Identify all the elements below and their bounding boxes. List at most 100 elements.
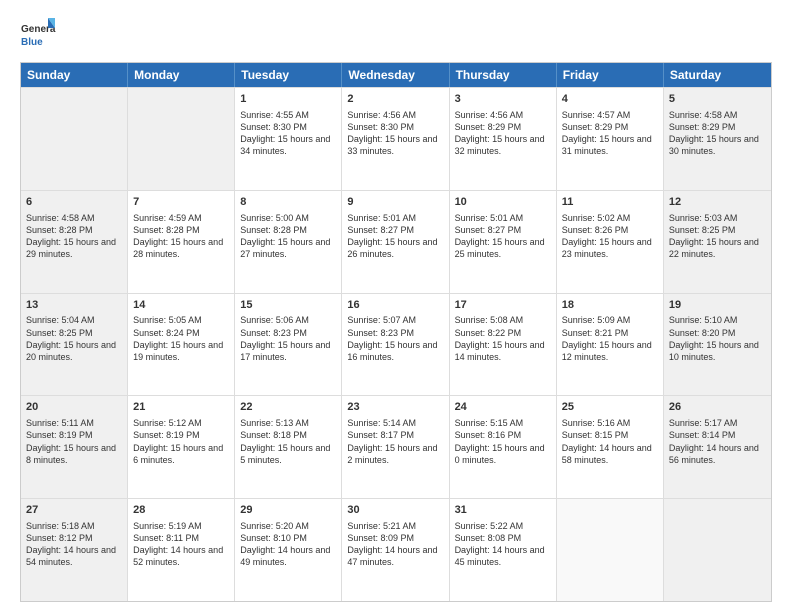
day-number: 6 [26,195,122,210]
cell-info: Daylight: 15 hours and 5 minutes. [240,442,336,466]
day-number: 12 [669,195,766,210]
calendar-cell: 18Sunrise: 5:09 AMSunset: 8:21 PMDayligh… [557,294,664,396]
weekday-header: Friday [557,63,664,87]
calendar-cell: 2Sunrise: 4:56 AMSunset: 8:30 PMDaylight… [342,88,449,190]
cell-info: Sunrise: 5:19 AM [133,520,229,532]
cell-info: Sunset: 8:27 PM [455,224,551,236]
cell-info: Sunrise: 5:01 AM [455,212,551,224]
cell-info: Sunset: 8:12 PM [26,532,122,544]
calendar-cell: 17Sunrise: 5:08 AMSunset: 8:22 PMDayligh… [450,294,557,396]
calendar-cell: 28Sunrise: 5:19 AMSunset: 8:11 PMDayligh… [128,499,235,601]
cell-info: Sunrise: 5:07 AM [347,314,443,326]
day-number: 1 [240,92,336,107]
logo-icon: General Blue [20,16,56,52]
cell-info: Sunset: 8:18 PM [240,429,336,441]
cell-info: Sunset: 8:30 PM [240,121,336,133]
cell-info: Daylight: 15 hours and 12 minutes. [562,339,658,363]
day-number: 9 [347,195,443,210]
calendar-cell: 27 Sunrise: 5:18 AMSunset: 8:12 PMDayligh… [21,499,128,601]
cell-info: Sunset: 8:15 PM [562,429,658,441]
cell-info: Sunrise: 4:59 AM [133,212,229,224]
cell-info: Daylight: 14 hours and 45 minutes. [455,544,551,568]
calendar: SundayMondayTuesdayWednesdayThursdayFrid… [20,62,772,602]
day-number: 23 [347,400,443,415]
calendar-cell: 31Sunrise: 5:22 AMSunset: 8:08 PMDayligh… [450,499,557,601]
cell-info: Sunset: 8:29 PM [455,121,551,133]
cell-info: Daylight: 15 hours and 6 minutes. [133,442,229,466]
cell-info: Daylight: 14 hours and 54 minutes. [26,544,122,568]
cell-info: Sunrise: 5:05 AM [133,314,229,326]
cell-info: Daylight: 15 hours and 34 minutes. [240,133,336,157]
day-number: 16 [347,298,443,313]
cell-info: Sunrise: 4:58 AM [669,109,766,121]
cell-info: Sunrise: 5:21 AM [347,520,443,532]
cell-info: Daylight: 14 hours and 58 minutes. [562,442,658,466]
calendar-cell: 23Sunrise: 5:14 AMSunset: 8:17 PMDayligh… [342,396,449,498]
cell-info: Sunrise: 5:09 AM [562,314,658,326]
cell-info: Sunset: 8:29 PM [562,121,658,133]
weekday-header: Sunday [21,63,128,87]
calendar-cell: 1 Sunrise: 4:55 AMSunset: 8:30 PMDaylight… [235,88,342,190]
cell-info: Daylight: 15 hours and 10 minutes. [669,339,766,363]
cell-info: Sunrise: 5:01 AM [347,212,443,224]
calendar-cell: 20Sunrise: 5:11 AMSunset: 8:19 PMDayligh… [21,396,128,498]
cell-info: Daylight: 14 hours and 49 minutes. [240,544,336,568]
cell-info: Sunrise: 5:20 AM [240,520,336,532]
day-number: 27 [26,503,122,518]
cell-info: Daylight: 15 hours and 32 minutes. [455,133,551,157]
calendar-cell [21,88,128,190]
cell-info: Daylight: 15 hours and 8 minutes. [26,442,122,466]
calendar-cell [128,88,235,190]
day-number: 28 [133,503,229,518]
calendar-row: 13Sunrise: 5:04 AMSunset: 8:25 PMDayligh… [21,293,771,396]
svg-text:Blue: Blue [21,37,43,48]
cell-info: Sunset: 8:25 PM [669,224,766,236]
calendar-body: 1Sunrise: 4:55 AMSunset: 8:30 PMDaylight… [21,87,771,601]
cell-info: Sunset: 8:10 PM [240,532,336,544]
day-number: 21 [133,400,229,415]
cell-info: Sunrise: 5:14 AM [347,417,443,429]
cell-info: Daylight: 15 hours and 30 minutes. [669,133,766,157]
day-number: 11 [562,195,658,210]
calendar-cell: 29Sunrise: 5:20 AMSunset: 8:10 PMDayligh… [235,499,342,601]
cell-info: Sunrise: 5:13 AM [240,417,336,429]
day-number: 7 [133,195,229,210]
cell-info: Sunrise: 5:06 AM [240,314,336,326]
cell-info: Sunset: 8:28 PM [26,224,122,236]
cell-info: Sunset: 8:22 PM [455,327,551,339]
cell-info: Sunset: 8:25 PM [26,327,122,339]
cell-info: Daylight: 15 hours and 25 minutes. [455,236,551,260]
calendar-cell: 9Sunrise: 5:01 AMSunset: 8:27 PMDaylight… [342,191,449,293]
cell-info: Sunset: 8:09 PM [347,532,443,544]
calendar-row: 6Sunrise: 4:58 AMSunset: 8:28 PMDaylight… [21,190,771,293]
weekday-header: Monday [128,63,235,87]
cell-info: Sunrise: 4:55 AM [240,109,336,121]
day-number: 30 [347,503,443,518]
calendar-cell: 13Sunrise: 5:04 AMSunset: 8:25 PMDayligh… [21,294,128,396]
cell-info: Daylight: 15 hours and 16 minutes. [347,339,443,363]
calendar-cell: 26Sunrise: 5:17 AMSunset: 8:14 PMDayligh… [664,396,771,498]
day-number: 14 [133,298,229,313]
cell-info: Sunrise: 5:18 AM [26,520,122,532]
day-number: 4 [562,92,658,107]
cell-info: Sunset: 8:28 PM [133,224,229,236]
calendar-cell: 3Sunrise: 4:56 AMSunset: 8:29 PMDaylight… [450,88,557,190]
cell-info: Sunrise: 4:56 AM [455,109,551,121]
cell-info: Sunrise: 5:00 AM [240,212,336,224]
cell-info: Sunset: 8:29 PM [669,121,766,133]
cell-info: Daylight: 15 hours and 27 minutes. [240,236,336,260]
weekday-header: Thursday [450,63,557,87]
calendar-cell: 30 Sunrise: 5:21 AMSunset: 8:09 PMDayligh… [342,499,449,601]
cell-info: Daylight: 14 hours and 47 minutes. [347,544,443,568]
day-number: 22 [240,400,336,415]
day-number: 25 [562,400,658,415]
weekday-header: Wednesday [342,63,449,87]
cell-info: Daylight: 15 hours and 33 minutes. [347,133,443,157]
cell-info: Sunset: 8:23 PM [240,327,336,339]
page-header: General Blue [20,16,772,52]
calendar-row: 20Sunrise: 5:11 AMSunset: 8:19 PMDayligh… [21,395,771,498]
cell-info: Sunset: 8:28 PM [240,224,336,236]
day-number: 19 [669,298,766,313]
cell-info: Sunset: 8:30 PM [347,121,443,133]
cell-info: Daylight: 15 hours and 17 minutes. [240,339,336,363]
